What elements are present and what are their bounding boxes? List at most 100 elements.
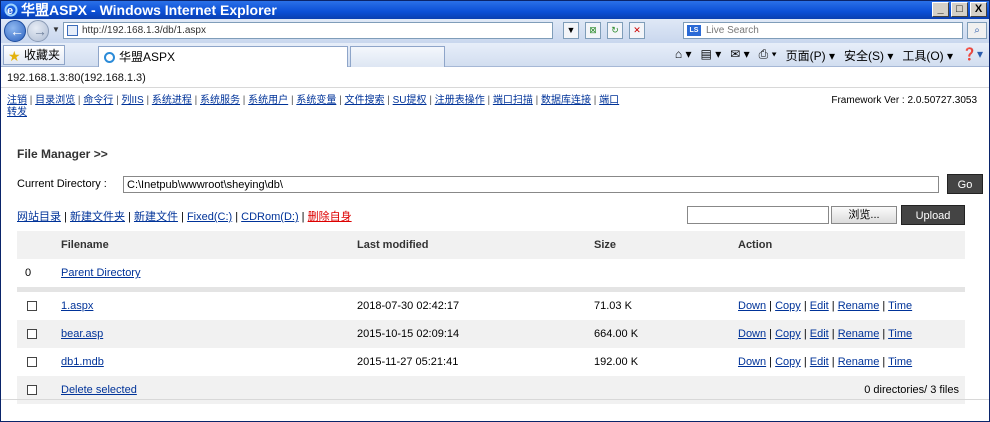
menu-search[interactable]: 文件搜索 (344, 95, 384, 106)
action-edit[interactable]: Edit (810, 300, 829, 312)
current-directory-row: Current Directory : Go (17, 174, 983, 194)
upload-file-input[interactable] (687, 206, 829, 224)
action-time[interactable]: Time (888, 300, 912, 312)
tab-row: ★ 收藏夹 华盟ASPX ⌂ ▾ ▤ ▾ ✉ ▾ ⎙ ▾ 页面(P) ▾ 安全(… (1, 43, 989, 67)
refresh-icon[interactable]: ↻ (607, 22, 623, 39)
action-copy[interactable]: Copy (775, 356, 801, 368)
menu-port[interactable]: 端口 (599, 95, 619, 106)
help-icon[interactable]: ❓▾ (962, 47, 983, 64)
address-dropdown-button[interactable]: ▼ (563, 22, 579, 39)
history-dropdown-icon[interactable]: ▼ (52, 25, 60, 34)
close-button[interactable]: X (970, 2, 987, 17)
new-tab-button[interactable] (350, 46, 445, 67)
tab-active[interactable]: 华盟ASPX (98, 46, 348, 67)
row-checkbox[interactable] (27, 357, 37, 367)
mail-icon[interactable]: ✉ ▾ (730, 47, 749, 64)
action-down[interactable]: Down (738, 300, 766, 312)
table-row: db1.mdb 2015-11-27 05:21:41 192.00 K Dow… (17, 348, 965, 376)
home-icon[interactable]: ⌂ ▾ (675, 47, 692, 64)
back-button[interactable]: ← (4, 20, 26, 42)
minimize-button[interactable]: _ (932, 2, 949, 17)
row-checkbox[interactable] (27, 329, 37, 339)
link-web-root[interactable]: 网站目录 (17, 211, 61, 223)
search-input[interactable]: LS Live Search (683, 22, 963, 39)
feeds-icon[interactable]: ▤ ▾ (701, 47, 722, 64)
menu-logout[interactable]: 注销 (7, 95, 27, 106)
address-field[interactable]: http://192.168.1.3/db/1.aspx (63, 22, 553, 39)
tools-menu-label: 工具(O) (902, 49, 944, 63)
compat-view-icon[interactable]: ⊠ (585, 22, 601, 39)
action-rename[interactable]: Rename (838, 328, 880, 340)
link-delete-self[interactable]: 删除自身 (308, 211, 352, 223)
stop-icon[interactable]: ✕ (629, 22, 645, 39)
menu-browse-dir[interactable]: 目录浏览 (35, 95, 75, 106)
file-modified: 2015-10-15 02:09:14 (357, 328, 460, 340)
browser-window: e 华盟ASPX - Windows Internet Explorer _ □… (0, 0, 990, 422)
select-all-checkbox[interactable] (27, 385, 37, 395)
menu-db[interactable]: 数据库连接 (541, 95, 591, 106)
command-bar: ⌂ ▾ ▤ ▾ ✉ ▾ ⎙ ▾ 页面(P) ▾ 安全(S) ▾ 工具(O) ▾ … (675, 47, 983, 64)
action-time[interactable]: Time (888, 356, 912, 368)
action-rename[interactable]: Rename (838, 300, 880, 312)
browse-button[interactable]: 浏览... (831, 206, 897, 224)
action-rename[interactable]: Rename (838, 356, 880, 368)
window-title: 华盟ASPX - Windows Internet Explorer (21, 2, 277, 18)
file-manager-title: File Manager >> (17, 147, 108, 161)
link-drive-d[interactable]: CDRom(D:) (241, 211, 298, 223)
row-checkbox[interactable] (27, 301, 37, 311)
action-down[interactable]: Down (738, 328, 766, 340)
action-down[interactable]: Down (738, 356, 766, 368)
forward-arrow-icon: → (33, 23, 47, 39)
file-name-link[interactable]: db1.mdb (61, 348, 104, 376)
menu-services[interactable]: 系统服务 (200, 95, 240, 106)
go-button[interactable]: Go (947, 174, 983, 194)
print-icon[interactable]: ⎙ ▾ (759, 47, 777, 64)
upload-button[interactable]: Upload (901, 205, 965, 225)
table-header: Filename Last modified Size Action (17, 231, 965, 259)
action-time[interactable]: Time (888, 328, 912, 340)
page-menu[interactable]: 页面(P) ▾ (786, 47, 835, 64)
action-edit[interactable]: Edit (810, 356, 829, 368)
search-icon[interactable]: ⌕ (967, 22, 987, 39)
file-size: 192.00 K (594, 356, 639, 368)
favorites-button[interactable]: ★ 收藏夹 (3, 45, 66, 65)
table-row: bear.asp 2015-10-15 02:09:14 664.00 K Do… (17, 320, 965, 348)
search-placeholder: Live Search (706, 25, 759, 36)
link-new-file[interactable]: 新建文件 (134, 211, 178, 223)
forward-button[interactable]: → (27, 20, 49, 42)
table-row-parent: 0 Parent Directory (17, 259, 965, 287)
page-loading-icon (104, 52, 115, 63)
action-copy[interactable]: Copy (775, 300, 801, 312)
menu-processes[interactable]: 系统进程 (152, 95, 192, 106)
star-icon: ★ (8, 48, 21, 64)
col-filename: Filename (61, 239, 109, 251)
menu-users[interactable]: 系统用户 (248, 95, 288, 106)
safety-menu[interactable]: 安全(S) ▾ (844, 47, 893, 64)
menu-su[interactable]: SU提权 (393, 95, 427, 106)
file-table: Filename Last modified Size Action 0 Par… (17, 231, 965, 404)
menu-forward[interactable]: 转发 (7, 107, 27, 118)
link-drive-c[interactable]: Fixed(C:) (187, 211, 232, 223)
menu-env[interactable]: 系统变量 (296, 95, 336, 106)
page-menu-label: 页面(P) (785, 49, 826, 63)
file-actions: Down | Copy | Edit | Rename | Time (738, 300, 913, 312)
maximize-button[interactable]: □ (951, 2, 968, 17)
file-size: 71.03 K (594, 300, 632, 312)
live-search-logo-icon: LS (687, 25, 701, 36)
menu-registry[interactable]: 注册表操作 (435, 95, 485, 106)
menu-portscan[interactable]: 端口扫描 (493, 95, 533, 106)
file-name-link[interactable]: 1.aspx (61, 292, 93, 320)
current-directory-input[interactable] (123, 176, 939, 193)
action-copy[interactable]: Copy (775, 328, 801, 340)
menu-cmd[interactable]: 命令行 (83, 95, 113, 106)
menu-list-iis[interactable]: 列IIS (121, 95, 143, 106)
file-name-link[interactable]: bear.asp (61, 320, 103, 348)
parent-directory-link[interactable]: Parent Directory (61, 259, 140, 287)
col-modified: Last modified (357, 239, 429, 251)
current-directory-label: Current Directory : (17, 178, 107, 190)
link-new-folder[interactable]: 新建文件夹 (70, 211, 125, 223)
tools-menu[interactable]: 工具(O) ▾ (902, 47, 953, 64)
title-bar: e 华盟ASPX - Windows Internet Explorer _ □… (1, 1, 989, 19)
file-actions: Down | Copy | Edit | Rename | Time (738, 356, 913, 368)
action-edit[interactable]: Edit (810, 328, 829, 340)
